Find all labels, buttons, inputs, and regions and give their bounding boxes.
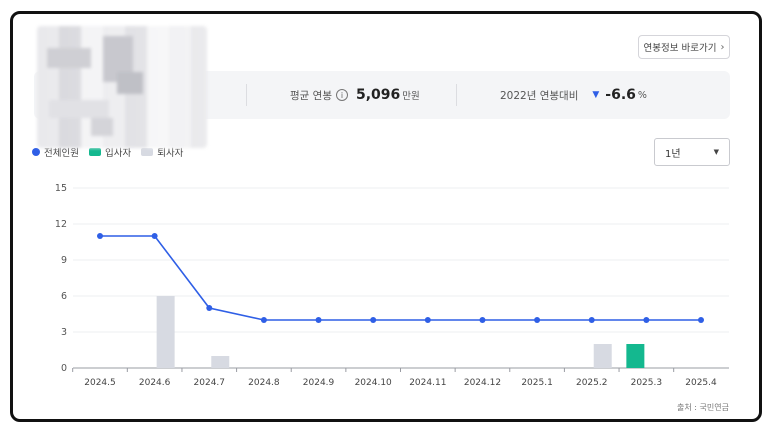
y-tick-label: 9 bbox=[61, 255, 67, 266]
x-tick-label: 2024.9 bbox=[303, 378, 335, 388]
x-tick-label: 2024.11 bbox=[409, 378, 446, 388]
x-tick-label: 2024.7 bbox=[194, 378, 226, 388]
x-tick-label: 2025.1 bbox=[521, 378, 553, 388]
bar-left bbox=[211, 356, 230, 368]
x-tick-label: 2024.12 bbox=[464, 378, 501, 388]
y-tick-label: 3 bbox=[61, 327, 67, 338]
line-total bbox=[100, 235, 701, 321]
bar-hired bbox=[626, 344, 645, 368]
point-total bbox=[698, 317, 704, 323]
point-total bbox=[643, 317, 650, 323]
source-note: 출처 : 국민연금 bbox=[677, 403, 729, 412]
point-total bbox=[424, 317, 431, 323]
x-tick-label: 2024.5 bbox=[84, 378, 116, 388]
x-tick-label: 2024.10 bbox=[355, 378, 392, 388]
point-total bbox=[370, 317, 377, 323]
point-total bbox=[588, 317, 595, 323]
bar-left bbox=[156, 296, 175, 368]
x-tick-label: 2025.4 bbox=[685, 378, 717, 388]
y-tick-label: 0 bbox=[61, 363, 67, 374]
x-tick-label: 2025.3 bbox=[631, 378, 663, 388]
y-tick-label: 6 bbox=[61, 291, 67, 302]
x-tick-label: 2024.8 bbox=[248, 378, 280, 388]
point-total bbox=[260, 317, 267, 323]
point-total bbox=[479, 317, 486, 323]
y-tick-label: 15 bbox=[55, 183, 67, 194]
x-tick-label: 2024.6 bbox=[139, 378, 171, 388]
point-total bbox=[97, 233, 103, 239]
point-total bbox=[315, 317, 322, 323]
point-total bbox=[534, 317, 541, 323]
y-tick-label: 12 bbox=[55, 219, 67, 230]
bar-left bbox=[593, 344, 612, 368]
x-tick-label: 2025.2 bbox=[576, 378, 608, 388]
redacted-company-info bbox=[37, 26, 207, 148]
point-total bbox=[206, 305, 213, 311]
point-total bbox=[151, 233, 158, 239]
